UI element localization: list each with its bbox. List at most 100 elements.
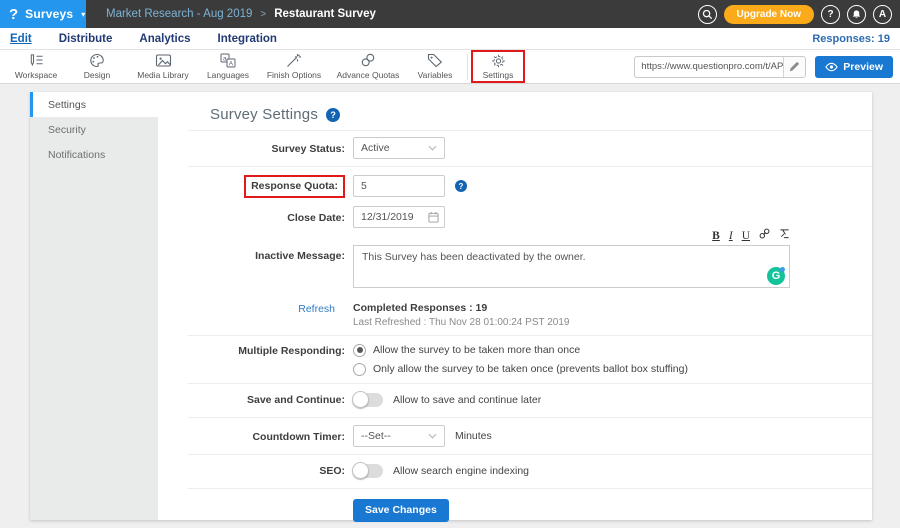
toolbar-divider (467, 54, 468, 80)
inactive-message-textarea[interactable]: This Survey has been deactivated by the … (353, 245, 790, 288)
grammarly-icon[interactable]: G (767, 267, 785, 285)
upgrade-now-button[interactable]: Upgrade Now (724, 5, 814, 24)
survey-url[interactable]: https://www.questionpro.com/t/APNrfZ (635, 61, 783, 72)
app-window: ? Surveys ▾ Market Research - Aug 2019 >… (0, 0, 900, 528)
countdown-timer-row: Countdown Timer: --Set-- Minutes (210, 425, 854, 447)
nav-tab-integration[interactable]: Integration (218, 33, 277, 45)
close-date-field[interactable] (353, 206, 445, 228)
response-quota-row: Response Quota: ? (210, 175, 854, 198)
survey-status-label: Survey Status: (210, 137, 345, 156)
gear-icon (491, 54, 506, 68)
multiple-responding-row: Multiple Responding: Allow the survey to… (210, 344, 854, 376)
save-changes-button[interactable]: Save Changes (353, 499, 449, 522)
svg-text:A: A (229, 61, 234, 68)
divider (188, 130, 872, 131)
pencil-icon (789, 61, 800, 72)
format-toolbar: B I U (353, 230, 790, 243)
survey-status-select[interactable]: Active (353, 137, 445, 159)
bell-icon (851, 9, 862, 20)
response-quota-label: Response Quota: (244, 175, 345, 198)
italic-button[interactable]: I (729, 231, 733, 243)
toolbar-workspace[interactable]: Workspace (6, 50, 66, 83)
toolbar-design[interactable]: Design (66, 50, 128, 83)
close-date-label: Close Date: (210, 206, 345, 225)
divider (188, 417, 872, 418)
account-avatar[interactable]: A (873, 5, 892, 24)
survey-settings-help-icon[interactable]: ? (326, 108, 340, 122)
save-continue-toggle[interactable] (353, 393, 383, 407)
help-button[interactable]: ? (821, 5, 840, 24)
search-icon (702, 9, 713, 20)
seo-toggle[interactable] (353, 464, 383, 478)
eye-icon (825, 62, 838, 72)
clear-format-button[interactable] (779, 228, 790, 243)
preview-button[interactable]: Preview (815, 56, 893, 78)
sidebar-item-settings[interactable]: Settings (30, 92, 158, 117)
toolbar-variables[interactable]: Variables (406, 50, 464, 83)
survey-url-box[interactable]: https://www.questionpro.com/t/APNrfZ (634, 56, 806, 78)
countdown-timer-select[interactable]: --Set-- (353, 425, 445, 447)
close-date-input[interactable] (353, 206, 445, 228)
multiple-responding-label: Multiple Responding: (210, 344, 345, 358)
top-bar-actions: Upgrade Now ? A (698, 5, 900, 24)
completed-responses: Completed Responses : 19 (353, 302, 569, 314)
settings-content: Survey Settings ? Survey Status: Active … (158, 92, 872, 520)
radio-allow-multiple[interactable]: Allow the survey to be taken more than o… (353, 344, 688, 357)
chevron-down-icon: ▾ (81, 10, 85, 19)
product-name: Surveys (25, 7, 73, 21)
breadcrumb: Market Research - Aug 2019 > Restaurant … (106, 8, 376, 20)
page-title: Survey Settings (210, 106, 318, 123)
save-continue-label: Save and Continue: (210, 393, 345, 407)
toolbar-right-group: https://www.questionpro.com/t/APNrfZ Pre… (634, 56, 900, 78)
nav-tab-distribute[interactable]: Distribute (59, 33, 113, 45)
chain-links-icon (360, 53, 376, 68)
sidebar-item-notifications[interactable]: Notifications (30, 142, 158, 167)
magic-wand-icon (286, 53, 302, 68)
toolbar-languages[interactable]: aA Languages (198, 50, 258, 83)
image-icon (155, 53, 172, 68)
page-title-row: Survey Settings ? (210, 106, 854, 123)
divider (188, 383, 872, 384)
translate-icon: aA (220, 53, 236, 68)
notifications-button[interactable] (847, 5, 866, 24)
inactive-message-editor: This Survey has been deactivated by the … (353, 245, 790, 293)
divider (188, 454, 872, 455)
refresh-link[interactable]: Refresh (298, 303, 335, 315)
divider (188, 335, 872, 336)
questionpro-logo-icon: ? (9, 7, 18, 22)
seo-row: SEO: Allow search engine indexing (210, 464, 854, 478)
insert-link-button[interactable] (759, 228, 770, 243)
radio-unselected-icon[interactable] (353, 363, 366, 376)
settings-card: Settings Security Notifications Survey S… (30, 92, 872, 520)
toolbar-settings[interactable]: Settings (471, 50, 525, 83)
breadcrumb-parent[interactable]: Market Research - Aug 2019 (106, 8, 252, 20)
response-quota-help-icon[interactable]: ? (455, 180, 467, 192)
sidebar-item-security[interactable]: Security (30, 117, 158, 142)
edit-toolbar: Workspace Design Media Library aA Langua… (0, 50, 900, 84)
tag-icon (427, 53, 443, 68)
palette-icon (89, 53, 105, 68)
toggle-knob (352, 462, 369, 479)
responses-count[interactable]: Responses: 19 (812, 33, 890, 45)
edit-url-button[interactable] (783, 56, 805, 78)
last-refreshed: Last Refreshed : Thu Nov 28 01:00:24 PST… (353, 317, 569, 328)
survey-status-row: Survey Status: Active (210, 137, 854, 159)
underline-button[interactable]: U (742, 231, 750, 243)
top-bar: ? Surveys ▾ Market Research - Aug 2019 >… (0, 0, 900, 28)
toolbar-media-library[interactable]: Media Library (128, 50, 198, 83)
divider (188, 488, 872, 489)
save-continue-row: Save and Continue: Allow to save and con… (210, 393, 854, 407)
bold-button[interactable]: B (712, 231, 720, 243)
search-button[interactable] (698, 5, 717, 24)
toolbar-finish-options[interactable]: Finish Options (258, 50, 330, 83)
toolbar-advance-quotas[interactable]: Advance Quotas (330, 50, 406, 83)
nav-tab-edit[interactable]: Edit (10, 33, 32, 45)
surveys-menu[interactable]: ? Surveys ▾ (0, 0, 86, 28)
clear-format-icon (779, 228, 790, 239)
response-quota-input[interactable] (353, 175, 445, 197)
chevron-down-icon (428, 145, 437, 151)
radio-selected-icon[interactable] (353, 344, 366, 357)
nav-tab-analytics[interactable]: Analytics (139, 33, 190, 45)
main-nav: Edit Distribute Analytics Integration Re… (0, 28, 900, 50)
radio-allow-once[interactable]: Only allow the survey to be taken once (… (353, 363, 688, 376)
